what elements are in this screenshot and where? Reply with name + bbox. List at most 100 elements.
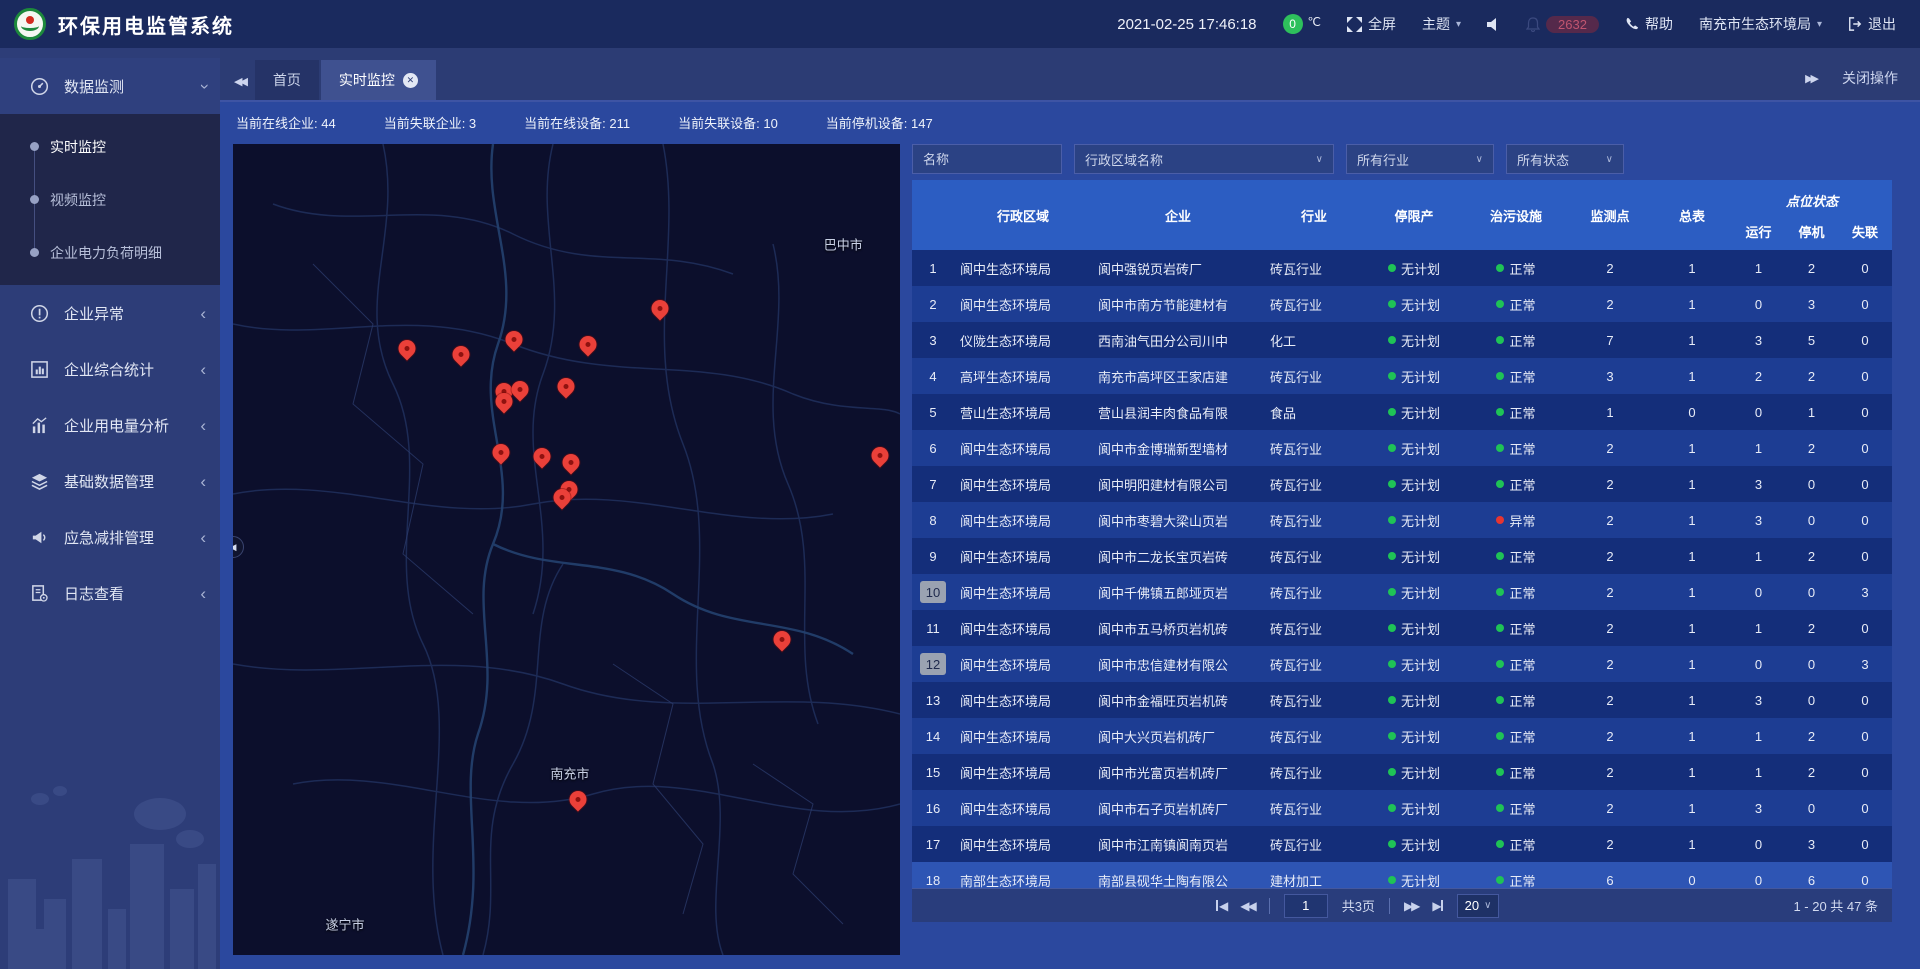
tabs-scroll-right-icon[interactable]: ▶▶	[1805, 72, 1816, 85]
cell-company: 阆中市五马桥页岩机砖	[1092, 610, 1264, 646]
table-row[interactable]: 13阆中生态环境局阆中市金福旺页岩机砖砖瓦行业无计划正常21300	[912, 682, 1892, 718]
table-row[interactable]: 4高坪生态环境局南充市高坪区王家店建砖瓦行业无计划正常31220	[912, 358, 1892, 394]
cell-region: 营山生态环境局	[954, 394, 1092, 430]
tab-0[interactable]: 首页	[255, 60, 319, 100]
table-row[interactable]: 16阆中生态环境局阆中市石子页岩机砖厂砖瓦行业无计划正常21300	[912, 790, 1892, 826]
fullscreen-button[interactable]: 全屏	[1347, 14, 1396, 34]
cell-industry: 砖瓦行业	[1264, 682, 1364, 718]
name-filter-input[interactable]	[912, 144, 1062, 174]
notification-area[interactable]: 2632	[1526, 16, 1599, 33]
table-row[interactable]: 18南部生态环境局南部县砚华土陶有限公建材加工无计划正常60060	[912, 862, 1892, 888]
table-row[interactable]: 8阆中生态环境局阆中市枣碧大梁山页岩砖瓦行业无计划异常21300	[912, 502, 1892, 538]
table-row[interactable]: 12阆中生态环境局阆中市忠信建材有限公砖瓦行业无计划正常21003	[912, 646, 1892, 682]
cell-limit-label: 无计划	[1401, 583, 1440, 602]
cell-company: 营山县润丰肉食品有限	[1092, 394, 1264, 430]
status-green-dot	[1496, 552, 1504, 560]
first-page-button[interactable]: ◀	[1216, 899, 1226, 913]
org-dropdown[interactable]: 南充市生态环境局 ▾	[1699, 14, 1822, 34]
layers-icon	[28, 472, 50, 491]
fullscreen-label: 全屏	[1368, 14, 1396, 34]
industry-filter-select[interactable]: 所有行业 ∨	[1346, 144, 1494, 174]
cell-facility-label: 正常	[1509, 799, 1535, 818]
cell-run: 3	[1732, 682, 1785, 718]
sidebar-item-1[interactable]: 企业异常‹	[0, 285, 220, 341]
page-size-select[interactable]: 20 ∨	[1457, 894, 1500, 918]
cell-limit: 无计划	[1364, 682, 1464, 718]
status-green-dot	[1496, 336, 1504, 344]
sidebar-item-5[interactable]: 应急减排管理‹	[0, 509, 220, 565]
sidebar-subitem-0[interactable]: 实时监控	[0, 120, 220, 173]
table-row[interactable]: 6阆中生态环境局阆中市金博瑞新型墙材砖瓦行业无计划正常21120	[912, 430, 1892, 466]
cell-limit: 无计划	[1364, 610, 1464, 646]
table-row[interactable]: 15阆中生态环境局阆中市光富页岩机砖厂砖瓦行业无计划正常21120	[912, 754, 1892, 790]
cell-points: 7	[1568, 322, 1652, 358]
cell-facility: 正常	[1464, 754, 1568, 790]
region-filter-select[interactable]: 行政区域名称 ∨	[1074, 144, 1334, 174]
cell-lost: 0	[1838, 682, 1892, 718]
table-row[interactable]: 1阆中生态环境局阆中强锐页岩砖厂砖瓦行业无计划正常21120	[912, 250, 1892, 286]
next-page-button[interactable]: ▶▶	[1404, 899, 1418, 913]
sidebar-item-6[interactable]: 日志查看‹	[0, 565, 220, 621]
voice-toggle-button[interactable]	[1487, 18, 1500, 31]
sidebar-item-4[interactable]: 基础数据管理‹	[0, 453, 220, 509]
cell-meters: 1	[1652, 718, 1732, 754]
sidebar-item-2[interactable]: 企业综合统计‹	[0, 341, 220, 397]
table-row[interactable]: 10阆中生态环境局阆中千佛镇五郎垭页岩砖瓦行业无计划正常21003	[912, 574, 1892, 610]
last-page-button[interactable]: ▶	[1432, 899, 1442, 913]
sidebar-item-0[interactable]: 数据监测‹	[0, 58, 220, 114]
table-row[interactable]: 7阆中生态环境局阆中明阳建材有限公司砖瓦行业无计划正常21300	[912, 466, 1892, 502]
open-tabs: 首页实时监控✕	[255, 60, 438, 100]
tab-1[interactable]: 实时监控✕	[321, 60, 436, 100]
table-row[interactable]: 9阆中生态环境局阆中市二龙长宝页岩砖砖瓦行业无计划正常21120	[912, 538, 1892, 574]
status-green-dot	[1388, 516, 1396, 524]
cell-facility: 异常	[1464, 502, 1568, 538]
cell-facility: 正常	[1464, 430, 1568, 466]
table-row[interactable]: 2阆中生态环境局阆中市南方节能建材有砖瓦行业无计划正常21030	[912, 286, 1892, 322]
pager-divider	[1269, 898, 1270, 914]
status-green-dot	[1496, 264, 1504, 272]
cell-stop: 0	[1785, 502, 1838, 538]
status-green-dot	[1496, 408, 1504, 416]
table-row[interactable]: 3仪陇生态环境局西南油气田分公司川中化工无计划正常71350	[912, 322, 1892, 358]
stat-item-4: 当前停机设备: 147	[826, 113, 933, 132]
table-row[interactable]: 17阆中生态环境局阆中市江南镇阆南页岩砖瓦行业无计划正常21030	[912, 826, 1892, 862]
prev-page-button[interactable]: ◀◀	[1240, 899, 1254, 913]
sidebar-subitem-2[interactable]: 企业电力负荷明细	[0, 226, 220, 279]
page-number-input[interactable]: 1	[1284, 894, 1328, 918]
bullet-dot-icon	[30, 248, 39, 257]
status-filter-select[interactable]: 所有状态 ∨	[1506, 144, 1624, 174]
table-row[interactable]: 14阆中生态环境局阆中大兴页岩机砖厂砖瓦行业无计划正常21120	[912, 718, 1892, 754]
cell-limit: 无计划	[1364, 358, 1464, 394]
row-index-chip: 12	[920, 653, 946, 675]
cell-limit-label: 无计划	[1401, 403, 1440, 422]
help-button[interactable]: 帮助	[1625, 14, 1673, 34]
phone-icon	[1625, 17, 1639, 31]
close-operations-button[interactable]: 关闭操作	[1842, 68, 1898, 88]
cell-lost: 0	[1838, 502, 1892, 538]
table-row[interactable]: 11阆中生态环境局阆中市五马桥页岩机砖砖瓦行业无计划正常21120	[912, 610, 1892, 646]
status-green-dot	[1496, 480, 1504, 488]
cell-region: 阆中生态环境局	[954, 286, 1092, 322]
status-green-dot	[1388, 264, 1396, 272]
tabs-scroll-left-icon[interactable]: ◀◀	[220, 75, 255, 100]
map-panel[interactable]: 巴中市南充市遂宁市 ◀	[233, 144, 900, 955]
cell-industry: 砖瓦行业	[1264, 574, 1364, 610]
tab-close-icon[interactable]: ✕	[403, 73, 418, 88]
cell-run: 1	[1732, 610, 1785, 646]
logout-button[interactable]: 退出	[1848, 14, 1896, 34]
app-window: 环保用电监管系统 2021-02-25 17:46:18 0 ℃ 全屏 主题 ▾	[0, 0, 1920, 969]
cell-company: 阆中大兴页岩机砖厂	[1092, 718, 1264, 754]
cell-industry: 化工	[1264, 322, 1364, 358]
cell-region: 阆中生态环境局	[954, 790, 1092, 826]
table-row[interactable]: 5营山生态环境局营山县润丰肉食品有限食品无计划正常10010	[912, 394, 1892, 430]
cell-points: 2	[1568, 826, 1652, 862]
cell-limit-label: 无计划	[1401, 835, 1440, 854]
status-green-dot	[1496, 372, 1504, 380]
cell-limit-label: 无计划	[1401, 367, 1440, 386]
sidebar-subitem-1[interactable]: 视频监控	[0, 173, 220, 226]
cell-limit: 无计划	[1364, 754, 1464, 790]
cell-lost: 0	[1838, 466, 1892, 502]
theme-dropdown[interactable]: 主题 ▾	[1422, 14, 1461, 34]
sidebar-item-3[interactable]: 企业用电量分析‹	[0, 397, 220, 453]
cell-meters: 1	[1652, 790, 1732, 826]
